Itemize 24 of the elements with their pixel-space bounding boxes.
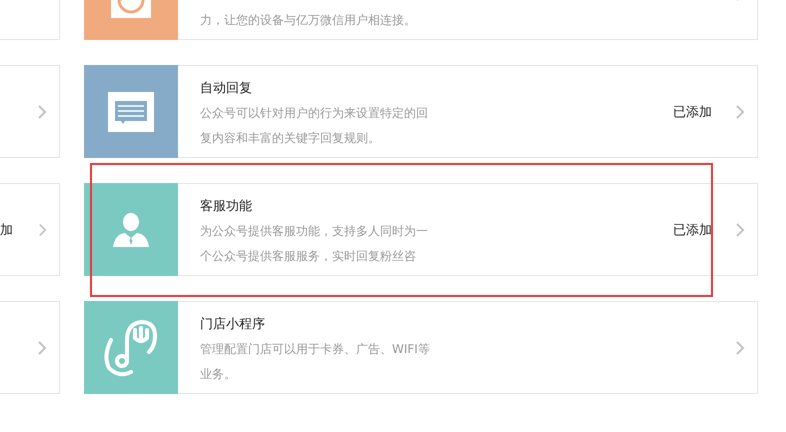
chevron-right-icon: [38, 340, 47, 354]
chevron-right-icon: [736, 340, 745, 354]
card-background[interactable]: [0, 301, 60, 394]
card-background[interactable]: 加: [0, 183, 60, 276]
feature-description: 管理配置门店可以用于卡券、广告、WIFI等业务。: [200, 341, 430, 383]
feature-card[interactable]: 自动回复 公众号可以针对用户的行为来设置特定的回复内容和丰富的关键字回复规则。 已添加: [84, 65, 758, 158]
status-label: 已添加: [673, 104, 712, 120]
person-icon: [113, 212, 149, 248]
chevron-right-icon: [736, 104, 745, 118]
feature-description: 公众号可以针对用户的行为来设置特定的回复内容和丰富的关键字回复规则。: [200, 105, 429, 147]
feature-title: 门店小程序: [200, 316, 266, 334]
chevron-right-icon: [39, 222, 47, 236]
feature-title: 自动回复: [200, 80, 253, 98]
feature-title: 客服功能: [200, 198, 253, 216]
status-label: 已添加: [673, 222, 712, 238]
status-label: 加: [0, 222, 13, 238]
chevron-right-icon: [736, 222, 745, 236]
card-background[interactable]: [0, 65, 60, 158]
feature-description: 力，让您的设备与亿万微信用户相连接。: [200, 12, 417, 29]
feature-description: 为公众号提供客服功能，支持多人同时为一个公众号提供客服服务，实时回复粉丝咨: [200, 223, 429, 265]
feature-card[interactable]: 门店小程序 管理配置门店可以用于卡券、广告、WIFI等业务。: [84, 301, 758, 394]
feature-card[interactable]: 客服功能 为公众号提供客服功能，支持多人同时为一个公众号提供客服服务，实时回复粉丝咨 已添加: [84, 183, 758, 276]
message-icon: [108, 92, 154, 132]
chevron-right-icon: [38, 104, 47, 118]
